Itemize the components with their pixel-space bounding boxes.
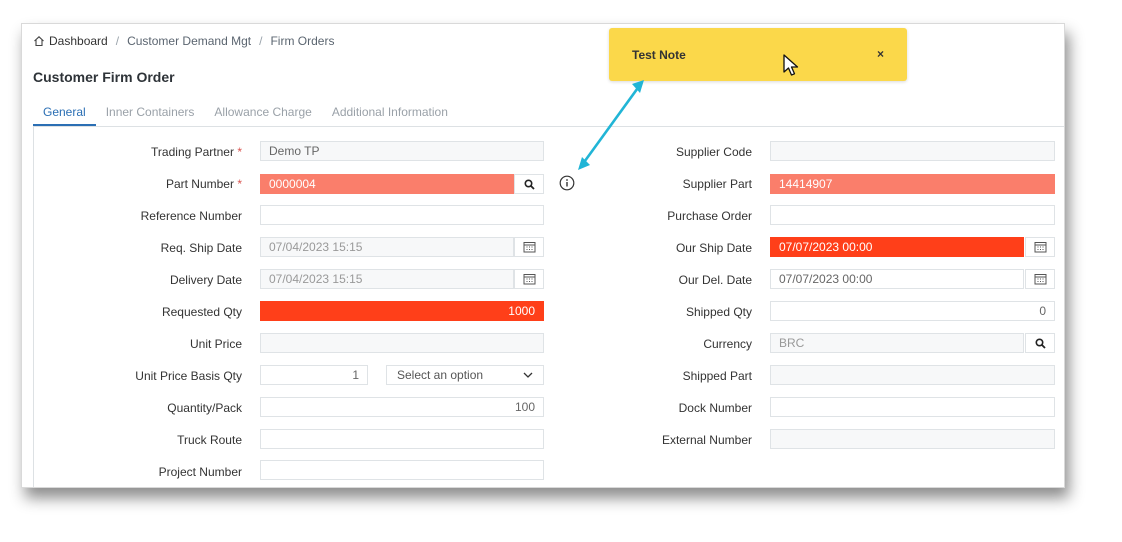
label-truck-route: Truck Route — [177, 433, 242, 447]
search-icon — [523, 178, 535, 190]
label-reference-number: Reference Number — [140, 209, 242, 223]
dock-number-field[interactable] — [770, 397, 1055, 417]
req-ship-date-calendar-button[interactable] — [514, 237, 544, 257]
shipped-qty-field[interactable]: 0 — [770, 301, 1055, 321]
tab-inner-containers[interactable]: Inner Containers — [96, 99, 205, 126]
calendar-icon — [1034, 274, 1046, 285]
trading-partner-field[interactable]: Demo TP — [260, 141, 544, 161]
label-project-number: Project Number — [158, 465, 242, 479]
our-del-date-field[interactable]: 07/07/2023 00:00 — [770, 269, 1024, 289]
req-ship-date-field[interactable]: 07/04/2023 15:15 — [260, 237, 514, 257]
label-dock-number: Dock Number — [678, 401, 752, 415]
our-del-date-calendar-button[interactable] — [1025, 269, 1055, 289]
label-supplier-code: Supplier Code — [675, 145, 752, 159]
quantity-pack-field[interactable]: 100 — [260, 397, 544, 417]
unit-price-basis-select[interactable]: Select an option — [386, 365, 544, 385]
label-unit-price-basis-qty: Unit Price Basis Qty — [135, 369, 242, 383]
label-part-number: Part Number * — [165, 177, 242, 191]
breadcrumb: Dashboard / Customer Demand Mgt / Firm O… — [33, 34, 334, 48]
home-icon — [34, 36, 44, 47]
label-shipped-part: Shipped Part — [682, 369, 752, 383]
calendar-icon — [523, 274, 535, 285]
app-window: Dashboard / Customer Demand Mgt / Firm O… — [21, 23, 1065, 488]
unit-price-basis-select-value: Select an option — [397, 368, 484, 382]
our-ship-date-calendar-button[interactable] — [1025, 237, 1055, 257]
external-number-field[interactable] — [770, 429, 1055, 449]
requested-qty-field[interactable]: 1000 — [260, 301, 544, 321]
purchase-order-field[interactable] — [770, 205, 1055, 225]
label-our-del-date: Our Del. Date — [678, 273, 752, 287]
our-ship-date-field[interactable]: 07/07/2023 00:00 — [770, 237, 1024, 257]
breadcrumb-customer-demand[interactable]: Customer Demand Mgt — [127, 34, 251, 48]
label-trading-partner: Trading Partner * — [151, 145, 242, 159]
note-text: Test Note — [632, 48, 686, 62]
supplier-code-field[interactable] — [770, 141, 1055, 161]
label-delivery-date: Delivery Date — [169, 273, 242, 287]
breadcrumb-separator: / — [115, 34, 120, 48]
label-requested-qty: Requested Qty — [161, 305, 242, 319]
content-left-border — [33, 127, 34, 487]
label-shipped-qty: Shipped Qty — [685, 305, 752, 319]
truck-route-field[interactable] — [260, 429, 544, 449]
unit-price-basis-qty-field[interactable]: 1 — [260, 365, 368, 385]
breadcrumb-firm-orders: Firm Orders — [270, 34, 335, 48]
label-quantity-pack: Quantity/Pack — [167, 401, 242, 415]
calendar-icon — [523, 242, 535, 253]
label-external-number: External Number — [661, 433, 752, 447]
page-title: Customer Firm Order — [33, 69, 175, 85]
breadcrumb-home[interactable]: Dashboard — [33, 34, 108, 48]
chevron-down-icon — [523, 372, 533, 378]
project-number-field[interactable] — [260, 460, 544, 480]
shipped-part-field[interactable] — [770, 365, 1055, 385]
reference-number-field[interactable] — [260, 205, 544, 225]
label-unit-price: Unit Price — [189, 337, 242, 351]
currency-search-button[interactable] — [1025, 333, 1055, 353]
search-icon — [1034, 337, 1046, 349]
label-supplier-part: Supplier Part — [682, 177, 752, 191]
supplier-part-field[interactable]: 14414907 — [770, 174, 1055, 194]
note-close-button[interactable]: × — [877, 47, 884, 61]
label-our-ship-date: Our Ship Date — [675, 241, 752, 255]
tab-general[interactable]: General — [33, 99, 96, 126]
unit-price-field[interactable] — [260, 333, 544, 353]
currency-field[interactable]: BRC — [770, 333, 1024, 353]
part-number-field[interactable]: 0000004 — [260, 174, 514, 194]
delivery-date-calendar-button[interactable] — [514, 269, 544, 289]
tab-allowance-charge[interactable]: Allowance Charge — [204, 99, 321, 126]
tab-additional-information[interactable]: Additional Information — [322, 99, 458, 126]
label-req-ship-date: Req. Ship Date — [160, 241, 242, 255]
cursor-icon — [783, 54, 799, 76]
label-currency: Currency — [703, 337, 752, 351]
label-purchase-order: Purchase Order — [667, 209, 752, 223]
sticky-note[interactable]: Test Note × — [609, 28, 907, 81]
breadcrumb-separator: / — [259, 34, 263, 48]
calendar-icon — [1034, 242, 1046, 253]
delivery-date-field[interactable]: 07/04/2023 15:15 — [260, 269, 514, 289]
info-icon[interactable] — [559, 175, 575, 191]
tab-bar: General Inner Containers Allowance Charg… — [33, 99, 1064, 127]
breadcrumb-home-label: Dashboard — [49, 34, 108, 48]
part-number-search-button[interactable] — [514, 174, 544, 194]
